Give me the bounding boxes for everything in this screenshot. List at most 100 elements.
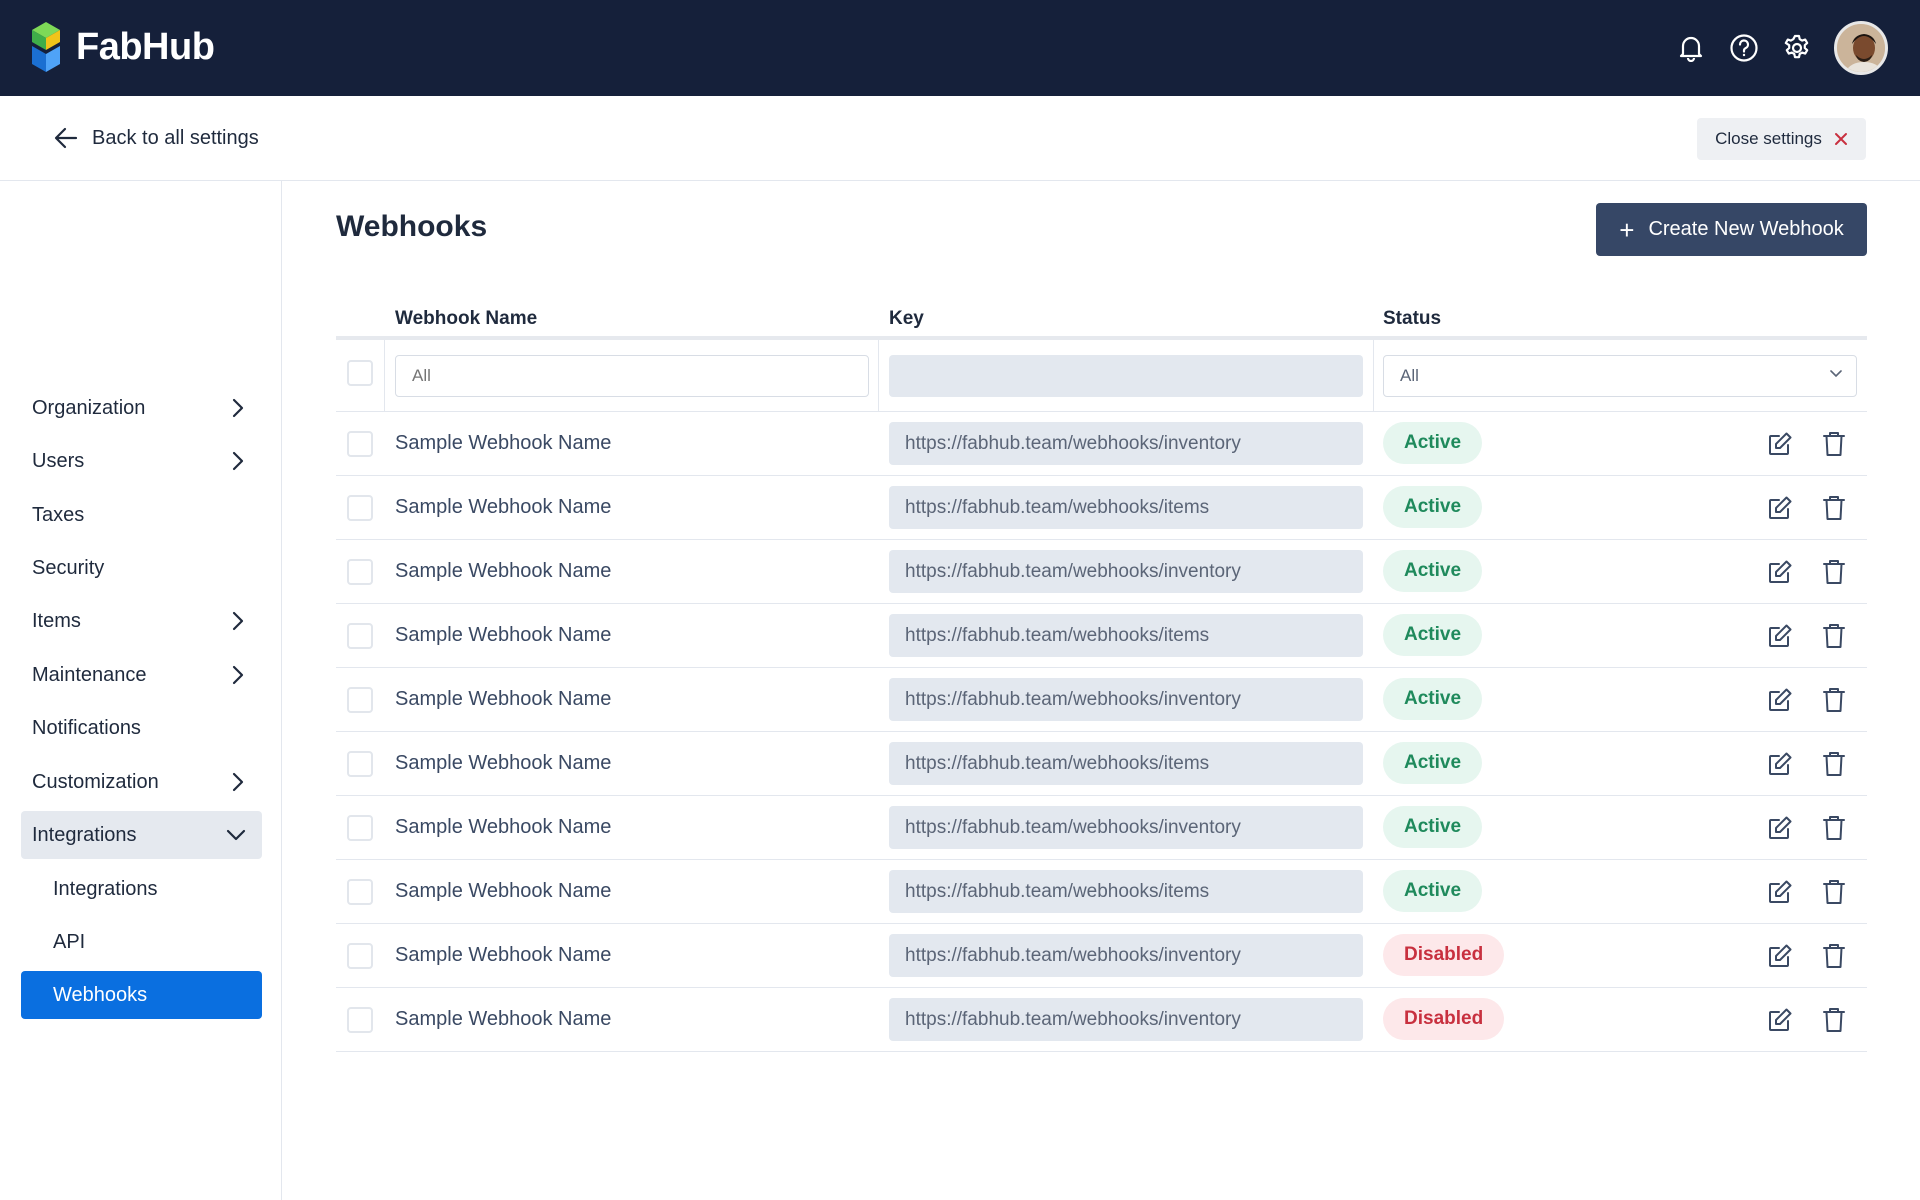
trash-icon[interactable] bbox=[1818, 876, 1850, 908]
gear-icon[interactable] bbox=[1779, 30, 1815, 66]
top-bar: FabHub bbox=[0, 0, 1920, 96]
create-new-webhook-button[interactable]: + Create New Webhook bbox=[1596, 203, 1867, 256]
sidebar-item-customization[interactable]: Customization bbox=[21, 758, 262, 806]
status-badge: Active bbox=[1383, 486, 1483, 528]
trash-icon[interactable] bbox=[1818, 556, 1850, 588]
table-row: Sample Webhook Name https://fabhub.team/w… bbox=[336, 732, 1867, 796]
table-row: Sample Webhook Name https://fabhub.team/w… bbox=[336, 540, 1867, 604]
edit-icon[interactable] bbox=[1764, 492, 1796, 524]
table-row: Sample Webhook Name https://fabhub.team/w… bbox=[336, 412, 1867, 476]
back-to-settings-link[interactable]: Back to all settings bbox=[54, 121, 259, 155]
status-badge: Active bbox=[1383, 422, 1483, 464]
sidebar-item-maintenance[interactable]: Maintenance bbox=[21, 651, 262, 699]
webhook-key-cell: https://fabhub.team/webhooks/inventory bbox=[889, 550, 1363, 593]
help-icon[interactable] bbox=[1726, 30, 1762, 66]
bell-icon[interactable] bbox=[1673, 30, 1709, 66]
chevron-right-icon bbox=[232, 611, 244, 631]
column-divider bbox=[878, 340, 879, 412]
webhook-name-cell: Sample Webhook Name bbox=[395, 432, 612, 454]
chevron-down-icon bbox=[226, 829, 246, 841]
edit-icon[interactable] bbox=[1764, 428, 1796, 460]
sidebar-subitem-webhooks[interactable]: Webhooks bbox=[21, 971, 262, 1019]
webhook-name-cell: Sample Webhook Name bbox=[395, 880, 612, 902]
select-all-checkbox[interactable] bbox=[347, 360, 373, 386]
sidebar-item-label: Integrations bbox=[53, 877, 158, 900]
trash-icon[interactable] bbox=[1818, 940, 1850, 972]
table-row: Sample Webhook Name https://fabhub.team/w… bbox=[336, 924, 1867, 988]
row-checkbox[interactable] bbox=[347, 687, 373, 713]
trash-icon[interactable] bbox=[1818, 1004, 1850, 1036]
webhook-key-cell: https://fabhub.team/webhooks/items bbox=[889, 742, 1363, 785]
sidebar-item-label: Maintenance bbox=[32, 663, 147, 686]
column-header-status[interactable]: Status bbox=[1383, 308, 1441, 330]
sidebar-item-label: Notifications bbox=[32, 716, 141, 739]
trash-icon[interactable] bbox=[1818, 748, 1850, 780]
edit-icon[interactable] bbox=[1764, 812, 1796, 844]
webhook-key-cell: https://fabhub.team/webhooks/items bbox=[889, 486, 1363, 529]
edit-icon[interactable] bbox=[1764, 940, 1796, 972]
sidebar-item-label: Security bbox=[32, 556, 105, 579]
settings-header: Back to all settings Close settings bbox=[0, 96, 1920, 181]
edit-icon[interactable] bbox=[1764, 556, 1796, 588]
row-checkbox[interactable] bbox=[347, 751, 373, 777]
sidebar-item-label: Users bbox=[32, 449, 85, 472]
webhook-key-cell: https://fabhub.team/webhooks/items bbox=[889, 870, 1363, 913]
sidebar-item-security[interactable]: Security bbox=[21, 544, 262, 592]
name-filter-input[interactable] bbox=[395, 355, 869, 397]
sidebar-item-label: Items bbox=[32, 609, 81, 632]
row-checkbox[interactable] bbox=[347, 879, 373, 905]
sidebar-item-label: Organization bbox=[32, 396, 146, 419]
trash-icon[interactable] bbox=[1818, 492, 1850, 524]
sidebar-item-taxes[interactable]: Taxes bbox=[21, 491, 262, 539]
sidebar-item-items[interactable]: Items bbox=[21, 597, 262, 645]
sidebar-item-label: Customization bbox=[32, 770, 159, 793]
table-row: Sample Webhook Name https://fabhub.team/w… bbox=[336, 668, 1867, 732]
row-checkbox[interactable] bbox=[347, 1007, 373, 1033]
row-checkbox[interactable] bbox=[347, 495, 373, 521]
chevron-down-icon bbox=[1830, 370, 1842, 378]
webhook-key-cell: https://fabhub.team/webhooks/inventory bbox=[889, 806, 1363, 849]
sidebar-subitem-api[interactable]: API bbox=[21, 918, 262, 966]
status-filter-select[interactable]: All bbox=[1383, 355, 1857, 397]
sidebar-subitem-integrations[interactable]: Integrations bbox=[21, 865, 262, 913]
app-logo[interactable]: FabHub bbox=[30, 20, 215, 74]
sidebar-item-label: Integrations bbox=[32, 823, 137, 846]
row-checkbox[interactable] bbox=[347, 815, 373, 841]
sidebar-item-users[interactable]: Users bbox=[21, 437, 262, 485]
plus-icon: + bbox=[1619, 214, 1635, 245]
row-checkbox[interactable] bbox=[347, 623, 373, 649]
webhook-name-cell: Sample Webhook Name bbox=[395, 496, 612, 518]
row-checkbox[interactable] bbox=[347, 943, 373, 969]
settings-sidebar: Organization Users Taxes Security Items … bbox=[0, 181, 282, 1200]
avatar[interactable] bbox=[1834, 21, 1888, 75]
row-checkbox[interactable] bbox=[347, 559, 373, 585]
chevron-right-icon bbox=[232, 451, 244, 471]
sidebar-item-integrations[interactable]: Integrations bbox=[21, 811, 262, 859]
edit-icon[interactable] bbox=[1764, 684, 1796, 716]
status-badge: Active bbox=[1383, 806, 1483, 848]
trash-icon[interactable] bbox=[1818, 812, 1850, 844]
webhook-key-cell: https://fabhub.team/webhooks/inventory bbox=[889, 998, 1363, 1041]
sidebar-item-organization[interactable]: Organization bbox=[21, 384, 262, 432]
sidebar-item-label: API bbox=[53, 930, 86, 953]
edit-icon[interactable] bbox=[1764, 1004, 1796, 1036]
app-name: FabHub bbox=[76, 25, 215, 68]
filter-row: All bbox=[336, 340, 1867, 412]
trash-icon[interactable] bbox=[1818, 684, 1850, 716]
edit-icon[interactable] bbox=[1764, 876, 1796, 908]
edit-icon[interactable] bbox=[1764, 748, 1796, 780]
webhook-name-cell: Sample Webhook Name bbox=[395, 752, 612, 774]
trash-icon[interactable] bbox=[1818, 428, 1850, 460]
edit-icon[interactable] bbox=[1764, 620, 1796, 652]
key-filter-input[interactable] bbox=[889, 355, 1363, 397]
trash-icon[interactable] bbox=[1818, 620, 1850, 652]
status-badge: Active bbox=[1383, 678, 1483, 720]
arrow-left-icon bbox=[54, 127, 78, 149]
sidebar-item-notifications[interactable]: Notifications bbox=[21, 704, 262, 752]
row-checkbox[interactable] bbox=[347, 431, 373, 457]
page-title: Webhooks bbox=[336, 210, 488, 243]
column-header-key[interactable]: Key bbox=[889, 308, 924, 330]
column-divider bbox=[384, 340, 385, 412]
close-settings-button[interactable]: Close settings bbox=[1697, 118, 1866, 160]
column-header-webhook-name[interactable]: Webhook Name bbox=[395, 308, 537, 330]
